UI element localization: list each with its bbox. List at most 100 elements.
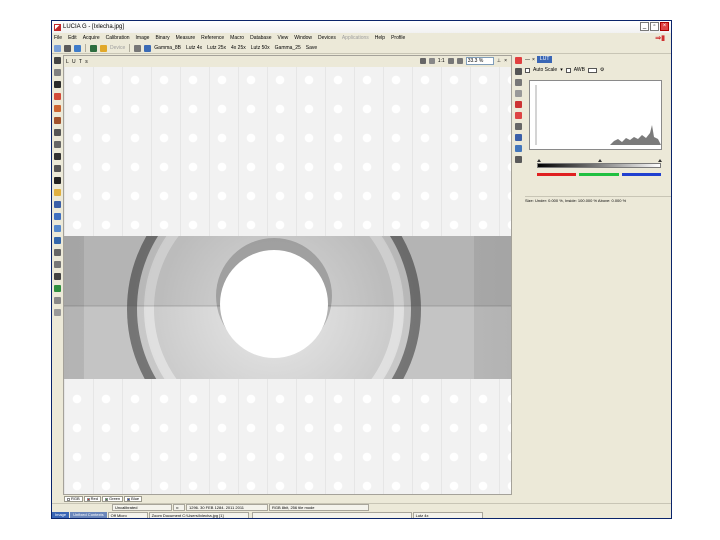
minimize-icon[interactable]: _ [640, 22, 649, 31]
menu-reference[interactable]: Reference [201, 35, 224, 41]
cycle-icon[interactable] [515, 68, 522, 75]
open-icon[interactable] [74, 44, 81, 52]
annotation-icon[interactable] [515, 112, 522, 119]
folder-icon[interactable] [53, 189, 61, 196]
preset-button[interactable]: 4x 25x [231, 45, 246, 51]
preset-button[interactable]: Lutz 4x [186, 45, 202, 51]
awb-label: AWB [573, 67, 585, 73]
menu-macro[interactable]: Macro [230, 35, 244, 41]
pin-icon[interactable]: ⊥ [497, 58, 501, 64]
image-canvas[interactable] [64, 67, 511, 494]
menu-acquire[interactable]: Acquire [83, 35, 100, 41]
menu-calibration[interactable]: Calibration [106, 35, 130, 41]
blue-channel-bar[interactable] [621, 173, 661, 176]
polygon-tool-icon[interactable] [53, 129, 61, 136]
menu-applications[interactable]: Applications [342, 35, 369, 41]
menu-edit[interactable]: Edit [68, 35, 77, 41]
image-format: RGB 8bit, 256 tile mode [269, 504, 369, 511]
camera-icon[interactable] [100, 44, 107, 52]
save-icon[interactable] [64, 44, 71, 52]
menu-measure[interactable]: Measure [176, 35, 195, 41]
grid-icon[interactable] [53, 249, 61, 256]
device-button[interactable]: Device [110, 45, 125, 51]
lut-gradient-bar[interactable] [537, 163, 661, 168]
measure-icon[interactable] [53, 297, 61, 304]
menu-database[interactable]: Database [250, 35, 271, 41]
line-tool-icon[interactable] [53, 81, 61, 88]
menu-window[interactable]: Window [294, 35, 312, 41]
fit-icon[interactable] [419, 58, 426, 64]
new-icon[interactable] [54, 44, 61, 52]
ellipse-tool-icon[interactable] [53, 117, 61, 124]
tab-lut[interactable]: LUT [536, 56, 553, 63]
layers-icon[interactable] [515, 145, 522, 152]
preset-button[interactable]: Lutz 50x [251, 45, 270, 51]
close-icon[interactable]: × [660, 22, 669, 31]
preset-button[interactable]: Lutz 25x [207, 45, 226, 51]
tab-unfixed-contexts[interactable]: Unfixed Contexts [70, 511, 107, 518]
zoom-select[interactable]: 33.3 % [465, 57, 494, 65]
angle-tool-icon[interactable] [53, 153, 61, 160]
close-image-icon[interactable]: × [504, 58, 507, 64]
pin-icon[interactable]: — [525, 57, 530, 63]
fullscreen-icon[interactable] [428, 58, 435, 64]
split-icon[interactable] [53, 273, 61, 280]
document-icon[interactable] [515, 79, 522, 86]
settings-icon[interactable] [144, 44, 152, 52]
frame-icon[interactable] [515, 90, 522, 97]
arrow-right-icon[interactable]: ⇒▮ [655, 34, 665, 42]
pointer-icon[interactable] [53, 57, 61, 64]
disk-icon[interactable] [53, 201, 61, 208]
layer-icon[interactable] [53, 237, 61, 244]
zoom-icon[interactable] [53, 69, 61, 76]
arrow-tool-icon[interactable] [53, 165, 61, 172]
rectangle-tool-icon[interactable] [53, 105, 61, 112]
toolbar-separator [129, 44, 131, 52]
menu-image[interactable]: Image [136, 35, 150, 41]
globe-icon[interactable] [53, 285, 61, 292]
pencil-icon[interactable] [53, 141, 61, 148]
tab-green[interactable]: Green [102, 496, 124, 502]
curve-tool-icon[interactable] [53, 93, 61, 100]
menu-file[interactable]: File [54, 35, 62, 41]
tab-red[interactable]: Red [83, 496, 102, 502]
gamma-marker[interactable] [598, 159, 602, 162]
menu-profile[interactable]: Profile [391, 35, 405, 41]
preset-button[interactable]: Save [306, 45, 317, 51]
color-box[interactable] [587, 67, 597, 73]
red-channel-bar[interactable] [537, 173, 577, 176]
capture-icon[interactable] [90, 44, 97, 52]
black-point-marker[interactable] [537, 159, 541, 162]
print-icon[interactable] [134, 44, 142, 52]
zoom-ratio[interactable]: 1:1 [438, 58, 445, 64]
histogram-icon[interactable] [53, 261, 61, 268]
menu-devices[interactable]: Devices [318, 35, 336, 41]
record-icon[interactable] [515, 57, 522, 64]
green-channel-bar[interactable] [579, 173, 619, 176]
tab-rgb[interactable]: RGB [64, 496, 83, 502]
maximize-icon[interactable]: ▫ [650, 22, 659, 31]
awb-checkbox[interactable] [565, 67, 571, 73]
zoom-in-icon[interactable] [447, 58, 454, 64]
preset-button[interactable]: Gamma_25 [275, 45, 301, 51]
wave-icon[interactable] [515, 101, 522, 108]
white-point-marker[interactable] [658, 159, 662, 162]
zoom-out-icon[interactable] [456, 58, 463, 64]
undo-icon[interactable] [53, 225, 61, 232]
tab-blue[interactable]: Blue [124, 496, 143, 502]
menu-view[interactable]: View [277, 35, 288, 41]
auto-scale-checkbox[interactable] [525, 67, 530, 73]
ruler-icon[interactable] [515, 123, 522, 130]
scissors-icon[interactable] [53, 309, 61, 316]
menu-binary[interactable]: Binary [155, 35, 169, 41]
chart-icon[interactable] [53, 213, 61, 220]
tab-image[interactable]: Image [52, 511, 70, 518]
gear-icon[interactable]: ⚙ [600, 67, 604, 73]
chevron-down-icon[interactable]: ▾ [560, 67, 563, 73]
preset-button[interactable]: Gamma_8B [154, 45, 181, 51]
menu-help[interactable]: Help [375, 35, 385, 41]
table-icon[interactable] [515, 134, 522, 141]
text-tool-icon[interactable] [53, 177, 61, 184]
close-panel-icon[interactable]: × [532, 57, 535, 63]
export-icon[interactable] [515, 156, 522, 163]
